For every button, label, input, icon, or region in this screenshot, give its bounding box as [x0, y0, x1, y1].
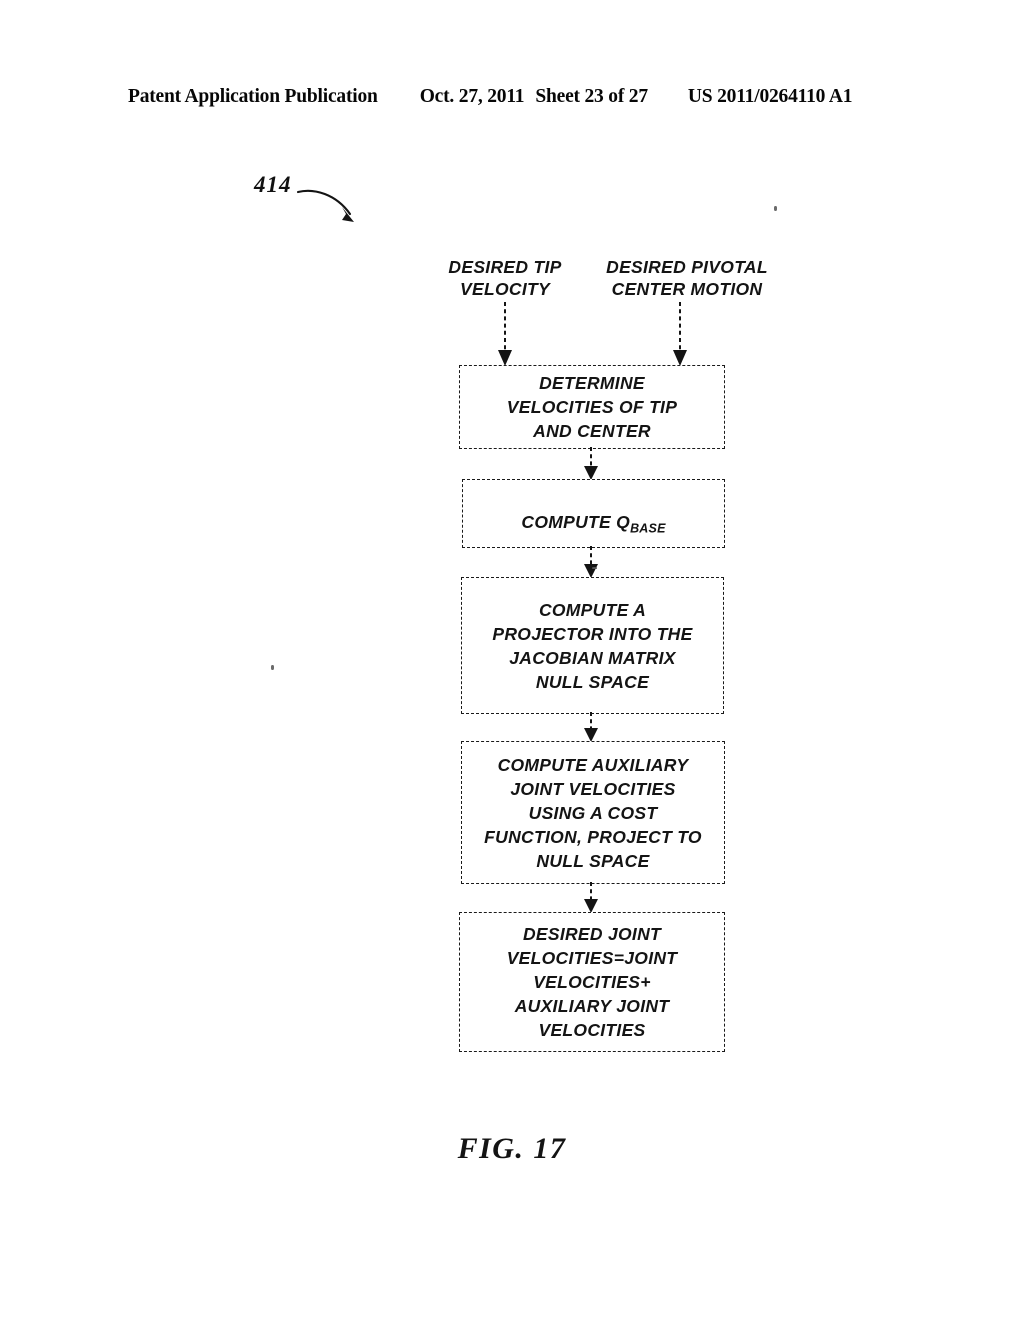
- input-label-desired-tip-velocity: DESIRED TIP VELOCITY: [448, 257, 562, 299]
- process-node-desired-joint-velocities[interactable]: DESIRED JOINT VELOCITIES=JOINT VELOCITIE…: [459, 912, 725, 1052]
- process-node-label-main: COMPUTE Q: [521, 512, 631, 533]
- process-node-compute-q-base[interactable]: COMPUTE QBASE: [462, 479, 725, 548]
- process-node-compute-projector[interactable]: COMPUTE A PROJECTOR INTO THE JACOBIAN MA…: [461, 577, 724, 714]
- scan-speck: [271, 665, 274, 670]
- connector-arrow-center-motion-to-determine: [673, 302, 687, 366]
- figure-caption: FIG. 17: [457, 1132, 567, 1165]
- connector-arrow-tip-velocity-to-determine: [498, 302, 512, 366]
- process-node-compute-auxiliary-joint-velocities[interactable]: COMPUTE AUXILIARY JOINT VELOCITIES USING…: [461, 741, 725, 884]
- process-node-label: DETERMINE VELOCITIES OF TIP AND CENTER: [506, 373, 678, 441]
- process-node-label: COMPUTE AUXILIARY JOINT VELOCITIES USING…: [484, 754, 702, 871]
- process-node-label: DESIRED JOINT VELOCITIES=JOINT VELOCITIE…: [506, 924, 678, 1040]
- process-node-label-subscript: BASE: [630, 521, 666, 536]
- connector-arrow-auxiliary-velocities-to-desired-joint-velocities: [584, 882, 598, 913]
- connector-arrow-determine-to-compute-q-base: [584, 447, 598, 480]
- flowchart: DESIRED TIP VELOCITY DESIRED PIVOTAL CEN…: [0, 0, 1024, 1320]
- scan-speck: [592, 567, 597, 569]
- connector-arrow-compute-q-base-to-projector: [584, 546, 598, 578]
- connector-arrow-projector-to-auxiliary-velocities: [584, 712, 598, 742]
- scan-speck: [774, 206, 777, 211]
- input-label-desired-pivotal-center-motion: DESIRED PIVOTAL CENTER MOTION: [606, 257, 768, 299]
- process-node-label: COMPUTE A PROJECTOR INTO THE JACOBIAN MA…: [492, 599, 693, 692]
- process-node-label: COMPUTE QBASE: [515, 486, 671, 541]
- process-node-determine-velocities[interactable]: DETERMINE VELOCITIES OF TIP AND CENTER: [459, 365, 725, 449]
